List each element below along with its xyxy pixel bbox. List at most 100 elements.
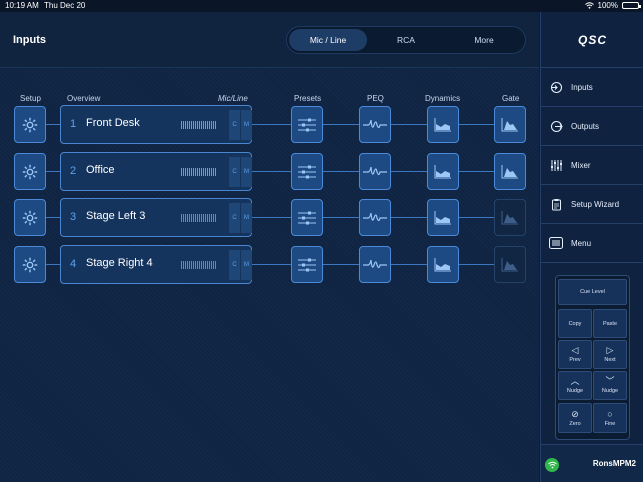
- peq-curve-icon: [363, 165, 387, 179]
- battery-icon: [622, 2, 641, 9]
- fine-button[interactable]: ○ Fine: [593, 403, 627, 433]
- qsc-logo: QSC: [541, 12, 643, 68]
- fine-label: Fine: [604, 420, 616, 427]
- channel-overview[interactable]: 3 Stage Left 3 CM: [60, 198, 252, 237]
- col-setup: Setup: [20, 94, 41, 103]
- sidebar-label-outputs: Outputs: [571, 121, 600, 131]
- setup-button[interactable]: [14, 199, 46, 236]
- nudge-up-button[interactable]: ︿ Nudge: [558, 371, 592, 400]
- channel-overview[interactable]: 1 Front Desk C M: [60, 105, 252, 144]
- dynamics-graph-icon: [434, 164, 452, 179]
- setup-button[interactable]: [14, 246, 46, 283]
- channel-m-toggle[interactable]: M: [240, 110, 252, 140]
- input-arrow-icon: [550, 81, 562, 93]
- presets-sliders-icon: [297, 117, 317, 133]
- sidebar-label-menu: Menu: [571, 238, 592, 248]
- sidebar-item-mixer[interactable]: Mixer: [541, 146, 643, 185]
- gate-button[interactable]: [494, 106, 526, 143]
- channel-c-toggle[interactable]: C: [228, 203, 240, 233]
- gate-button[interactable]: [494, 199, 526, 236]
- sidebar-label-inputs: Inputs: [571, 82, 593, 92]
- peq-button[interactable]: [359, 199, 391, 236]
- gear-icon: [21, 163, 39, 181]
- dynamics-button[interactable]: [427, 246, 459, 283]
- channel-row: 4 Stage Right 4 CM: [0, 245, 539, 285]
- col-presets: Presets: [294, 94, 322, 103]
- col-gate: Gate: [502, 94, 520, 103]
- wifi-icon: [584, 2, 594, 9]
- copy-button[interactable]: Copy: [558, 309, 592, 338]
- cue-level-label: Cue Level: [580, 289, 605, 295]
- sidebar: QSC Inputs Outputs Mixer Setup Wizard Me…: [540, 12, 643, 482]
- gate-graph-icon: [501, 117, 519, 132]
- gear-icon: [21, 256, 39, 274]
- sidebar-label-mixer: Mixer: [571, 160, 591, 170]
- channel-m-toggle[interactable]: M: [240, 203, 252, 233]
- status-time: 10:19 AM: [5, 1, 39, 10]
- channel-name: Front Desk: [86, 117, 140, 129]
- sidebar-item-inputs[interactable]: Inputs: [541, 68, 643, 107]
- channel-row: 3 Stage Left 3 CM: [0, 198, 539, 238]
- top-bar: Inputs Mic / Line RCA More: [0, 12, 539, 68]
- setup-button[interactable]: [14, 153, 46, 190]
- setup-button[interactable]: [14, 106, 46, 143]
- tab-rca[interactable]: RCA: [367, 29, 445, 51]
- cue-level-button[interactable]: Cue Level: [558, 279, 627, 305]
- next-button[interactable]: ▷ Next: [593, 340, 627, 369]
- presets-button[interactable]: [291, 199, 323, 236]
- channel-overview[interactable]: 2 Office C M: [60, 152, 252, 191]
- cm-toggles: CM: [228, 110, 252, 140]
- channel-m-toggle[interactable]: M: [240, 250, 252, 280]
- presets-button[interactable]: [291, 106, 323, 143]
- channel-c-toggle[interactable]: C: [228, 250, 240, 280]
- channel-name: Stage Left 3: [86, 210, 146, 222]
- control-pad: Cue Level Copy Paste ◁ Prev ▷ Next ︿ Nud…: [555, 275, 630, 440]
- channel-overview[interactable]: 4 Stage Right 4 CM: [60, 245, 252, 284]
- gate-graph-icon: [501, 257, 519, 272]
- sidebar-item-outputs[interactable]: Outputs: [541, 107, 643, 146]
- channel-c-toggle[interactable]: C: [228, 157, 240, 187]
- dynamics-button[interactable]: [427, 153, 459, 190]
- nudge-up-label: Nudge: [566, 388, 584, 394]
- level-meter: [181, 168, 216, 176]
- dynamics-button[interactable]: [427, 106, 459, 143]
- presets-sliders-icon: [297, 210, 317, 226]
- sidebar-item-setup-wizard[interactable]: Setup Wizard: [541, 185, 643, 224]
- channel-m-toggle[interactable]: M: [240, 157, 252, 187]
- wifi-connected-icon: [545, 458, 559, 472]
- copy-label: Copy: [568, 320, 582, 327]
- cm-toggles: CM: [228, 203, 252, 233]
- level-meter: [181, 121, 216, 129]
- presets-button[interactable]: [291, 153, 323, 190]
- device-status[interactable]: RonsMPM2: [541, 444, 643, 482]
- paste-button[interactable]: Paste: [593, 309, 627, 338]
- zero-icon: ⊘: [571, 408, 579, 419]
- gate-button[interactable]: [494, 153, 526, 190]
- peq-curve-icon: [363, 211, 387, 225]
- peq-curve-icon: [363, 258, 387, 272]
- level-meter: [181, 214, 216, 222]
- channel-number: 2: [70, 165, 77, 177]
- zero-button[interactable]: ⊘ Zero: [558, 403, 592, 433]
- chevron-left-icon: ◁: [571, 345, 579, 355]
- presets-button[interactable]: [291, 246, 323, 283]
- channel-c-toggle[interactable]: C: [228, 110, 240, 140]
- tab-more[interactable]: More: [445, 29, 523, 51]
- nudge-down-button[interactable]: ﹀ Nudge: [593, 371, 627, 400]
- peq-button[interactable]: [359, 246, 391, 283]
- sidebar-label-setup-wizard: Setup Wizard: [571, 199, 620, 209]
- tab-mic-line[interactable]: Mic / Line: [289, 29, 367, 51]
- prev-label: Prev: [569, 357, 581, 363]
- chevron-down-icon: ﹀: [605, 376, 615, 386]
- channel-row: 1 Front Desk C M: [0, 105, 539, 145]
- inputs-panel: Inputs Mic / Line RCA More Setup Overvie…: [0, 12, 539, 482]
- presets-sliders-icon: [297, 257, 317, 273]
- dynamics-button[interactable]: [427, 199, 459, 236]
- sidebar-item-menu[interactable]: Menu: [541, 224, 643, 263]
- gate-graph-icon: [501, 210, 519, 225]
- peq-button[interactable]: [359, 106, 391, 143]
- gate-graph-icon: [501, 164, 519, 179]
- peq-button[interactable]: [359, 153, 391, 190]
- gate-button[interactable]: [494, 246, 526, 283]
- prev-button[interactable]: ◁ Prev: [558, 340, 592, 369]
